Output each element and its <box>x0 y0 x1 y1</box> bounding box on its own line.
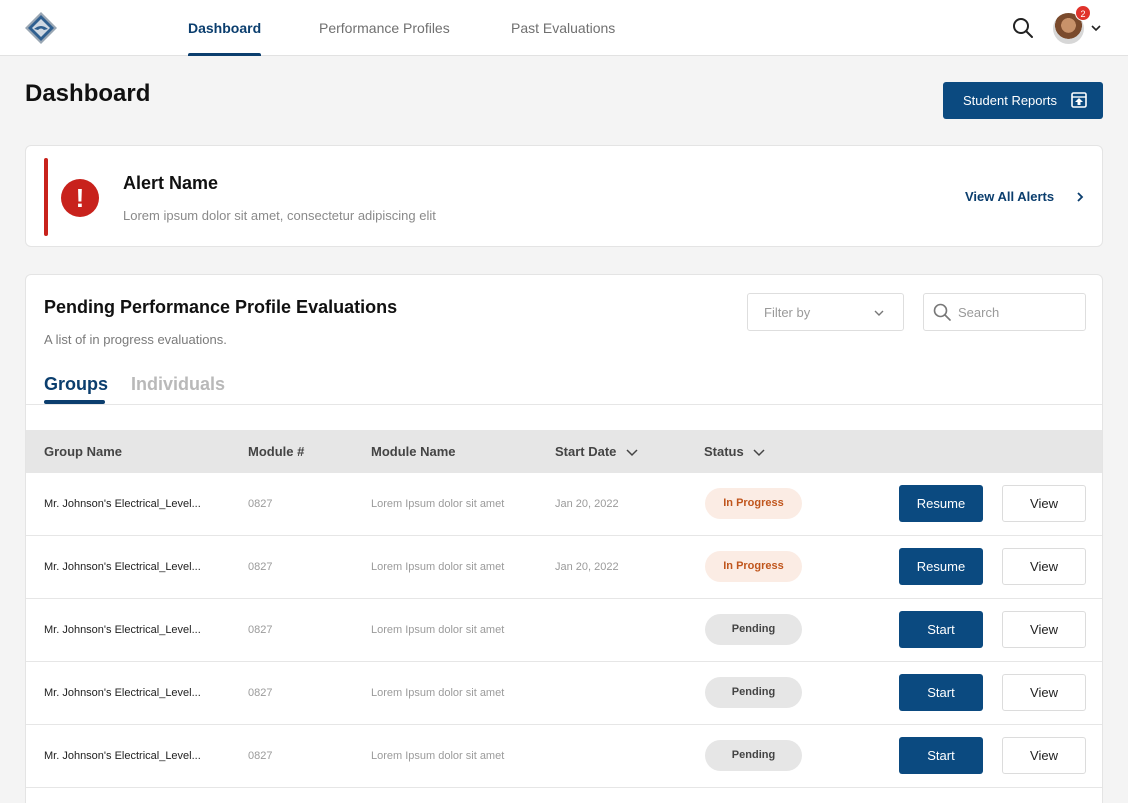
status-badge: Pending <box>705 677 802 708</box>
view-all-alerts-link[interactable]: View All Alerts <box>965 189 1054 204</box>
alert-accent-bar <box>44 158 48 236</box>
chevron-down-icon[interactable] <box>1090 22 1102 34</box>
status-badge: Pending <box>705 614 802 645</box>
nav-tab-past-evaluations[interactable]: Past Evaluations <box>511 0 615 56</box>
group-name-cell: Mr. Johnson's Electrical_Level... <box>44 561 201 573</box>
column-header-module-number: Module # <box>248 444 305 459</box>
notification-badge: 2 <box>1075 5 1091 21</box>
tabs-divider <box>26 404 1102 405</box>
alert-title: Alert Name <box>123 173 219 193</box>
search-input[interactable]: Search <box>923 293 1086 331</box>
module-number-cell: 0827 <box>248 750 273 762</box>
status-badge: In Progress <box>705 488 802 519</box>
view-button[interactable]: View <box>1002 674 1086 711</box>
alert-card: ! Alert Name Lorem ipsum dolor sit amet,… <box>25 145 1103 247</box>
start-button[interactable]: Start <box>899 611 983 648</box>
group-name-cell: Mr. Johnson's Electrical_Level... <box>44 624 201 636</box>
table-header: Group Name Module # Module Name Start Da… <box>26 430 1102 473</box>
section-title: Pending Performance Profile Evaluations <box>44 297 398 317</box>
start-date-cell: Jan 20, 2022 <box>555 561 619 573</box>
module-number-cell: 0827 <box>248 561 273 573</box>
sort-chevron-icon <box>753 449 765 456</box>
start-date-label: Start Date <box>555 444 617 459</box>
chevron-down-icon <box>874 310 884 316</box>
view-button[interactable]: View <box>1002 611 1086 648</box>
top-nav: Dashboard Performance Profiles Past Eval… <box>0 0 1128 56</box>
view-button[interactable]: View <box>1002 548 1086 585</box>
upload-report-icon <box>1071 92 1087 108</box>
module-number-cell: 0827 <box>248 687 273 699</box>
search-placeholder: Search <box>958 305 1000 320</box>
table-row: Mr. Johnson's Electrical_Level... 0827 Lor… <box>26 725 1102 788</box>
exclamation-icon: ! <box>61 179 99 217</box>
column-header-group-name: Group Name <box>44 444 123 459</box>
start-button[interactable]: Start <box>899 737 983 774</box>
module-name-cell: Lorem Ipsum dolor sit amet <box>371 687 505 699</box>
filter-dropdown[interactable]: Filter by <box>747 293 904 331</box>
search-icon <box>933 303 951 321</box>
nav-tab-dashboard[interactable]: Dashboard <box>188 0 262 56</box>
column-header-module-name: Module Name <box>371 444 456 459</box>
view-button[interactable]: View <box>1002 737 1086 774</box>
start-date-cell: Jan 20, 2022 <box>555 498 619 510</box>
module-number-cell: 0827 <box>248 498 273 510</box>
start-button[interactable]: Start <box>899 674 983 711</box>
module-name-cell: Lorem Ipsum dolor sit amet <box>371 624 505 636</box>
resume-button[interactable]: Resume <box>899 548 983 585</box>
group-name-cell: Mr. Johnson's Electrical_Level... <box>44 687 201 699</box>
nav-tab-performance-profiles[interactable]: Performance Profiles <box>319 0 450 56</box>
column-header-status[interactable]: Status <box>704 444 765 459</box>
section-subtitle: A list of in progress evaluations. <box>44 332 227 347</box>
search-icon[interactable] <box>1012 17 1034 39</box>
tab-groups[interactable]: Groups <box>44 374 108 395</box>
student-reports-label: Student Reports <box>963 93 1057 108</box>
table-row: Mr. Johnson's Electrical_Level... 0827 Lor… <box>26 599 1102 662</box>
status-badge: Pending <box>705 740 802 771</box>
column-header-start-date[interactable]: Start Date <box>555 444 638 459</box>
module-name-cell: Lorem Ipsum dolor sit amet <box>371 750 505 762</box>
page-title: Dashboard <box>25 80 151 107</box>
status-badge: In Progress <box>705 551 802 582</box>
module-name-cell: Lorem Ipsum dolor sit amet <box>371 498 505 510</box>
diamond-logo-icon[interactable] <box>24 11 58 45</box>
resume-button[interactable]: Resume <box>899 485 983 522</box>
sort-chevron-icon <box>626 449 638 456</box>
evaluations-card: Pending Performance Profile Evaluations … <box>25 274 1103 803</box>
group-name-cell: Mr. Johnson's Electrical_Level... <box>44 750 201 762</box>
table-row: Mr. Johnson's Electrical_Level... 0827 Lor… <box>26 473 1102 536</box>
group-name-cell: Mr. Johnson's Electrical_Level... <box>44 498 201 510</box>
alert-description: Lorem ipsum dolor sit amet, consectetur … <box>123 208 436 223</box>
chevron-right-icon[interactable] <box>1074 191 1086 203</box>
tab-individuals[interactable]: Individuals <box>131 374 225 395</box>
filter-placeholder: Filter by <box>764 305 811 320</box>
table-row: Mr. Johnson's Electrical_Level... 0827 Lor… <box>26 536 1102 599</box>
module-name-cell: Lorem Ipsum dolor sit amet <box>371 561 505 573</box>
student-reports-button[interactable]: Student Reports <box>943 82 1103 119</box>
status-label: Status <box>704 444 744 459</box>
table-row: Mr. Johnson's Electrical_Level... 0827 Lor… <box>26 662 1102 725</box>
view-button[interactable]: View <box>1002 485 1086 522</box>
module-number-cell: 0827 <box>248 624 273 636</box>
